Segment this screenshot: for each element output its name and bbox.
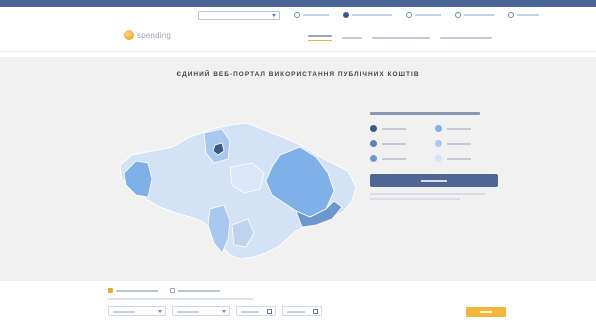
legend-item	[435, 125, 500, 132]
legend-item-label	[382, 142, 406, 145]
top-notice-bar	[0, 0, 596, 7]
user-icon	[343, 12, 349, 18]
main-nav-label	[440, 37, 492, 39]
utility-link-chart[interactable]	[406, 12, 441, 18]
legend-note	[370, 193, 485, 195]
site-logo[interactable]: spending	[124, 30, 171, 40]
help-icon	[508, 12, 514, 18]
legend-cta-label	[421, 179, 447, 182]
legend-item	[370, 155, 435, 162]
utility-link-label	[352, 14, 392, 16]
radio-unchecked-icon	[170, 288, 175, 293]
legend-item	[435, 140, 500, 147]
chevron-down-icon	[158, 309, 162, 313]
legend-color-dot	[370, 125, 377, 132]
main-nav-label	[342, 37, 362, 39]
utility-nav	[198, 9, 539, 21]
ukraine-regions-map[interactable]	[112, 107, 362, 267]
utility-link-label	[415, 14, 441, 16]
radio-label	[178, 289, 220, 292]
search-mode-radio-2[interactable]	[170, 288, 220, 293]
calendar-icon[interactable]	[313, 308, 318, 314]
legend-cta-button[interactable]	[370, 174, 498, 187]
utility-link-label	[303, 14, 329, 16]
utility-link-label	[464, 14, 494, 16]
filter-value	[177, 311, 199, 313]
logo-mark-icon	[124, 30, 134, 40]
main-nav-label	[308, 35, 332, 37]
radio-label	[116, 289, 158, 292]
chart-icon	[406, 12, 412, 18]
legend-color-dot	[435, 125, 442, 132]
search-mode-radio-1[interactable]	[108, 288, 158, 293]
filter-select-2[interactable]	[172, 306, 230, 316]
search-filters	[0, 284, 596, 331]
utility-link-help[interactable]	[508, 12, 539, 18]
legend-item-label	[447, 157, 471, 160]
legend-color-dot	[435, 155, 442, 162]
main-nav-item-4[interactable]	[440, 34, 492, 42]
legend-item-label	[382, 157, 406, 160]
chevron-down-icon	[222, 309, 226, 313]
filter-value	[287, 311, 305, 313]
utility-link-info[interactable]	[294, 12, 329, 18]
legend-item	[370, 125, 435, 132]
search-button-label	[480, 311, 492, 313]
organization-select[interactable]	[198, 10, 280, 20]
main-nav-label	[372, 37, 430, 39]
logo-text: spending	[137, 30, 172, 40]
legend-item-label	[447, 142, 471, 145]
search-hint	[108, 298, 253, 300]
calendar-icon[interactable]	[267, 308, 272, 314]
main-nav-item-3[interactable]	[372, 34, 430, 42]
utility-link-list[interactable]	[455, 12, 494, 18]
legend-color-dot	[370, 155, 377, 162]
legend-item	[370, 140, 435, 147]
date-from-input[interactable]	[236, 306, 276, 316]
list-icon	[455, 12, 461, 18]
legend-note-line	[370, 198, 460, 200]
filter-value	[113, 311, 135, 313]
info-icon	[294, 12, 300, 18]
chevron-down-icon	[272, 13, 276, 17]
radio-checked-icon	[108, 288, 113, 293]
page-title: ЄДИНИЙ ВЕБ-ПОРТАЛ ВИКОРИСТАННЯ ПУБЛІЧНИХ…	[176, 71, 420, 78]
date-to-input[interactable]	[282, 306, 322, 316]
hero-section: ЄДИНИЙ ВЕБ-ПОРТАЛ ВИКОРИСТАННЯ ПУБЛІЧНИХ…	[0, 57, 596, 281]
main-nav-item-2[interactable]	[342, 34, 362, 42]
map-legend	[370, 112, 500, 200]
search-mode-radios	[108, 288, 220, 293]
filter-value	[241, 311, 259, 313]
legend-grid	[370, 125, 500, 162]
legend-color-dot	[370, 140, 377, 147]
legend-item-label	[447, 127, 471, 130]
main-nav	[308, 34, 492, 42]
site-header: spending	[0, 22, 596, 52]
legend-item	[435, 155, 500, 162]
legend-title	[370, 112, 480, 115]
utility-link-user[interactable]	[343, 12, 392, 18]
search-button[interactable]	[466, 307, 506, 317]
legend-item-label	[382, 127, 406, 130]
filter-select-1[interactable]	[108, 306, 166, 316]
utility-link-label	[517, 14, 539, 16]
legend-color-dot	[435, 140, 442, 147]
main-nav-item-home[interactable]	[308, 34, 332, 42]
